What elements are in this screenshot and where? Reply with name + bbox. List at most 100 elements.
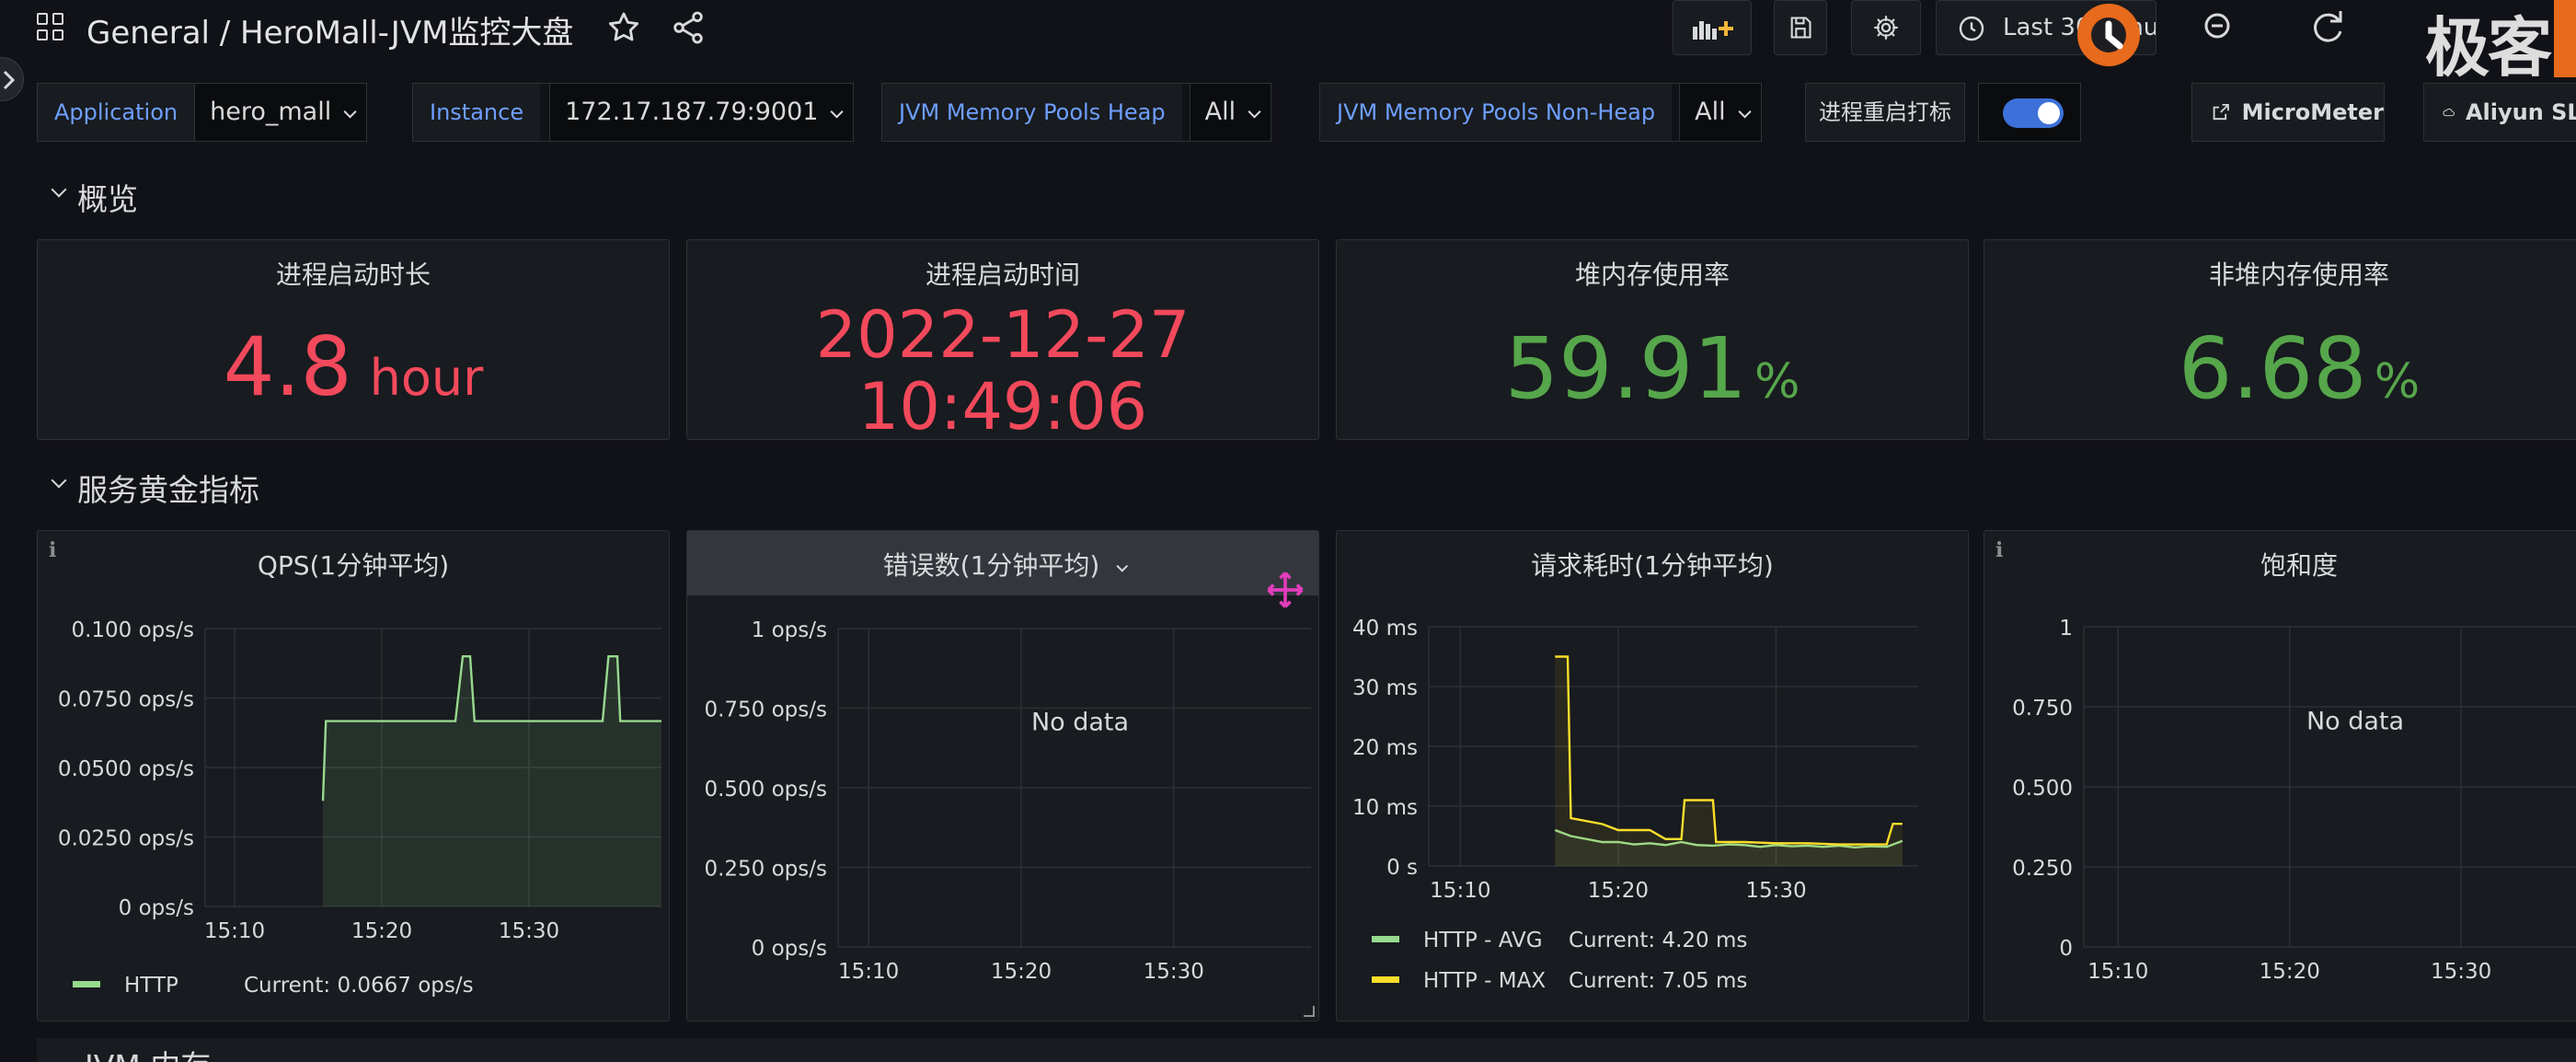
cloud-icon (2443, 109, 2455, 117)
variable-label: JVM Memory Pools Heap (882, 84, 1182, 141)
row-title-golden-metrics[interactable]: 服务黄金指标 (77, 466, 259, 510)
x-tick-label: 15:20 (351, 919, 412, 943)
stat-panel-start-time[interactable]: 进程启动时间 2022-12-27 10:49:06 (686, 239, 1319, 440)
y-tick-label: 40 ms (1352, 617, 1418, 641)
no-data-label: No data (1031, 709, 1129, 737)
legend-series-name[interactable]: HTTP - MAX (1423, 969, 1546, 993)
legend-swatch (1372, 976, 1399, 983)
stat-value: 59.91% (1337, 319, 1968, 418)
zoom-out-icon[interactable] (2190, 0, 2254, 55)
y-tick-label: 0.100 ops/s (71, 618, 194, 642)
variable-nonheap[interactable]: JVM Memory Pools Non-Heap All (1319, 83, 1762, 142)
qps-chart: 0 ops/s 0.0250 ops/s 0.0500 ops/s 0.0750 op… (58, 618, 661, 998)
stat-unit: % (2374, 354, 2421, 410)
restart-mark-toggle-box[interactable] (1978, 83, 2081, 142)
variable-application[interactable]: Application hero_mall (37, 83, 368, 142)
x-tick-label: 15:10 (838, 960, 899, 984)
dashboard-grid-icon[interactable] (37, 13, 64, 40)
variable-heap[interactable]: JVM Memory Pools Heap All (881, 83, 1272, 142)
toggle-knob (2038, 102, 2060, 124)
chevron-down-icon (1248, 105, 1261, 119)
row-title-overview[interactable]: 概览 (77, 175, 138, 219)
y-tick-label: 0.250 ops/s (704, 858, 827, 882)
variable-restart-mark: 进程重启打标 (1805, 83, 1965, 142)
variable-value: hero_mall (210, 98, 332, 126)
gear-icon (1874, 16, 1898, 40)
no-data-label: No data (2306, 707, 2404, 735)
stat-panel-heap-usage[interactable]: 堆内存使用率 59.91% (1336, 239, 1969, 440)
geektime-logo (2077, 4, 2140, 66)
x-tick-label: 15:30 (2431, 960, 2491, 984)
y-tick-label: 0 (2059, 937, 2073, 961)
latency-chart: 0 s 10 ms 20 ms 30 ms 40 ms 15:10 15:20 15:30 HT… (1352, 617, 1918, 993)
link-label: MicroMeter (2241, 99, 2384, 125)
star-icon[interactable] (605, 9, 642, 46)
add-panel-button[interactable] (1673, 0, 1752, 55)
stat-number: 59.91 (1504, 319, 1747, 418)
variable-select[interactable]: 172.17.187.79:9001 (549, 84, 854, 141)
y-tick-label: 0.0750 ops/s (58, 688, 194, 712)
dashboard-settings-button[interactable] (1851, 0, 1921, 55)
save-dashboard-button[interactable] (1774, 0, 1827, 55)
legend-current-value: Current: 4.20 ms (1569, 929, 1747, 952)
link-micrometer[interactable]: MicroMeter (2191, 83, 2385, 142)
stat-panel-nonheap-usage[interactable]: 非堆内存使用率 6.68% (1984, 239, 2576, 440)
row-collapse-chevron-icon[interactable] (51, 181, 67, 198)
legend-current-value: Current: 0.0667 ops/s (244, 974, 474, 998)
chevron-down-icon (1738, 105, 1752, 119)
restart-mark-toggle[interactable] (2003, 98, 2064, 128)
graph-panel-errors[interactable]: 错误数(1分钟平均) 0 ops/s 0.250 ops/s 0.500 ops/s… (686, 530, 1319, 1022)
y-tick-label: 20 ms (1352, 736, 1418, 760)
errors-chart: 0 ops/s 0.250 ops/s 0.500 ops/s 0.750 ops/s… (704, 618, 1311, 984)
stat-value: 6.68% (1984, 319, 2576, 418)
variable-select[interactable]: hero_mall (194, 84, 367, 141)
y-tick-label: 1 ops/s (752, 618, 827, 642)
variable-label: JVM Memory Pools Non-Heap (1320, 84, 1673, 141)
breadcrumb[interactable]: General / HeroMall-JVM监控大盘 (86, 7, 573, 52)
y-tick-label: 0 ops/s (752, 937, 827, 961)
chevron-down-icon (830, 105, 845, 119)
variable-instance[interactable]: Instance 172.17.187.79:9001 (412, 83, 855, 142)
graph-panel-qps[interactable]: i QPS(1分钟平均) 0 ops/s 0.0250 ops/s 0.0500 o… (37, 530, 670, 1022)
y-tick-label: 0.750 ops/s (704, 698, 827, 722)
legend-series-name[interactable]: HTTP (124, 974, 178, 998)
panel-title: 进程启动时长 (275, 260, 431, 290)
legend-swatch (73, 981, 100, 987)
stat-panel-uptime[interactable]: 进程启动时长 4.8 hour (37, 239, 670, 440)
link-aliyun-sls[interactable]: Aliyun SLS (2423, 83, 2576, 142)
row-jvm-memory[interactable]: JVM 内存 (37, 1038, 2576, 1062)
stat-number: 6.68 (2178, 319, 2367, 418)
variable-select[interactable]: All (1189, 84, 1271, 141)
stat-unit: hour (369, 349, 484, 407)
watermark-strip (2554, 0, 2576, 77)
variable-select[interactable]: All (1679, 84, 1761, 141)
graph-panel-saturation[interactable]: i 饱和度 0 0.250 0.500 0.750 1 15:10 15:20 15:30 No… (1984, 530, 2576, 1022)
save-icon (1790, 17, 1811, 39)
chevron-right-icon (3, 70, 16, 90)
x-tick-label: 15:30 (1144, 960, 1204, 984)
x-tick-label: 15:30 (499, 919, 559, 943)
top-bar: General / HeroMall-JVM监控大盘 Last 30 minut… (0, 0, 2576, 86)
variable-label: Application (38, 84, 195, 141)
graph-panel-latency[interactable]: 请求耗时(1分钟平均) 0 s 10 ms 20 ms 30 ms 40 ms 15:10… (1336, 530, 1969, 1022)
row-title-jvm-memory: JVM 内存 (85, 1042, 211, 1062)
x-tick-label: 15:10 (204, 919, 265, 943)
legend-current-value: Current: 7.05 ms (1569, 969, 1747, 993)
y-tick-label: 0.0250 ops/s (58, 827, 194, 851)
row-collapse-chevron-icon[interactable] (51, 472, 67, 489)
variable-value: 172.17.187.79:9001 (565, 98, 819, 126)
legend-series-name[interactable]: HTTP - AVG (1423, 929, 1543, 952)
refresh-icon[interactable] (2300, 0, 2355, 55)
series-fill (1555, 656, 1903, 866)
chevron-down-icon (343, 105, 357, 119)
legend-swatch (1372, 936, 1399, 942)
series-area-http (323, 656, 661, 906)
y-tick-label: 0.750 (2012, 697, 2073, 721)
y-tick-label: 0.0500 ops/s (58, 757, 194, 781)
stat-time: 10:49:06 (857, 369, 1148, 440)
external-link-icon (2213, 104, 2229, 121)
x-tick-label: 15:20 (991, 960, 1052, 984)
sidebar-expand-button[interactable] (0, 57, 24, 101)
share-icon[interactable] (670, 9, 707, 46)
resize-handle-icon[interactable] (1304, 1006, 1315, 1017)
